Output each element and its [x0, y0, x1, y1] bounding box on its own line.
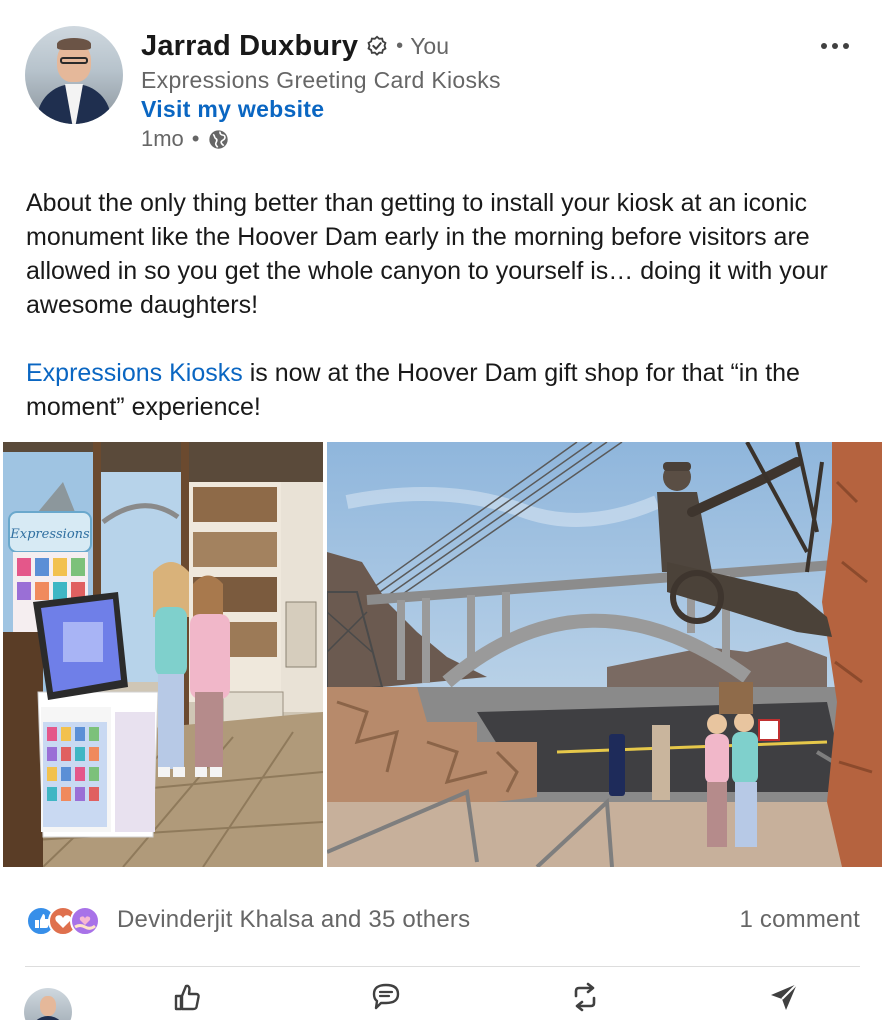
globe-icon [208, 129, 228, 149]
send-icon[interactable] [767, 980, 801, 1014]
reaction-as-avatar[interactable] [24, 988, 72, 1020]
reaction-icons [26, 906, 100, 936]
separator-dot: • [396, 34, 404, 57]
post-body: About the only thing better than getting… [26, 186, 866, 424]
post-photos: Expressions [3, 442, 882, 867]
repost-icon[interactable] [568, 980, 602, 1014]
verified-icon [367, 35, 387, 56]
author-headline: Expressions Greeting Card Kiosks [141, 67, 501, 93]
support-icon [70, 906, 100, 936]
post-header: Jarrad Duxbury • You Expressions Greetin… [0, 0, 885, 165]
post-paragraph: Expressions Kiosks is now at the Hoover … [26, 356, 866, 424]
kiosk-sign-text: Expressions [9, 527, 90, 542]
comment-icon[interactable] [369, 980, 403, 1014]
relation-label: You [410, 32, 449, 59]
post-paragraph: About the only thing better than getting… [26, 189, 828, 319]
author-avatar[interactable] [25, 26, 123, 124]
comments-count[interactable]: 1 comment [739, 906, 860, 934]
action-bar [0, 980, 885, 1020]
thumbs-up-icon[interactable] [170, 980, 204, 1014]
author-name[interactable]: Jarrad Duxbury [141, 30, 358, 63]
more-options-icon[interactable] [818, 36, 852, 56]
post-time: 1mo [141, 126, 184, 151]
divider [25, 966, 860, 967]
social-counts[interactable]: Devinderjit Khalsa and 35 others 1 comme… [25, 900, 860, 942]
mention-link[interactable]: Expressions Kiosks [26, 359, 243, 387]
author-name-row: Jarrad Duxbury • You [141, 28, 449, 64]
visit-website-link[interactable]: Visit my website [141, 96, 324, 123]
separator-dot: • [191, 126, 200, 151]
post-meta: 1mo • [141, 126, 229, 152]
reactors-text[interactable]: Devinderjit Khalsa and 35 others [117, 906, 470, 934]
photo-hoover-dam-statue[interactable] [327, 442, 882, 867]
photo-kiosk-gift-shop[interactable]: Expressions [3, 442, 323, 867]
